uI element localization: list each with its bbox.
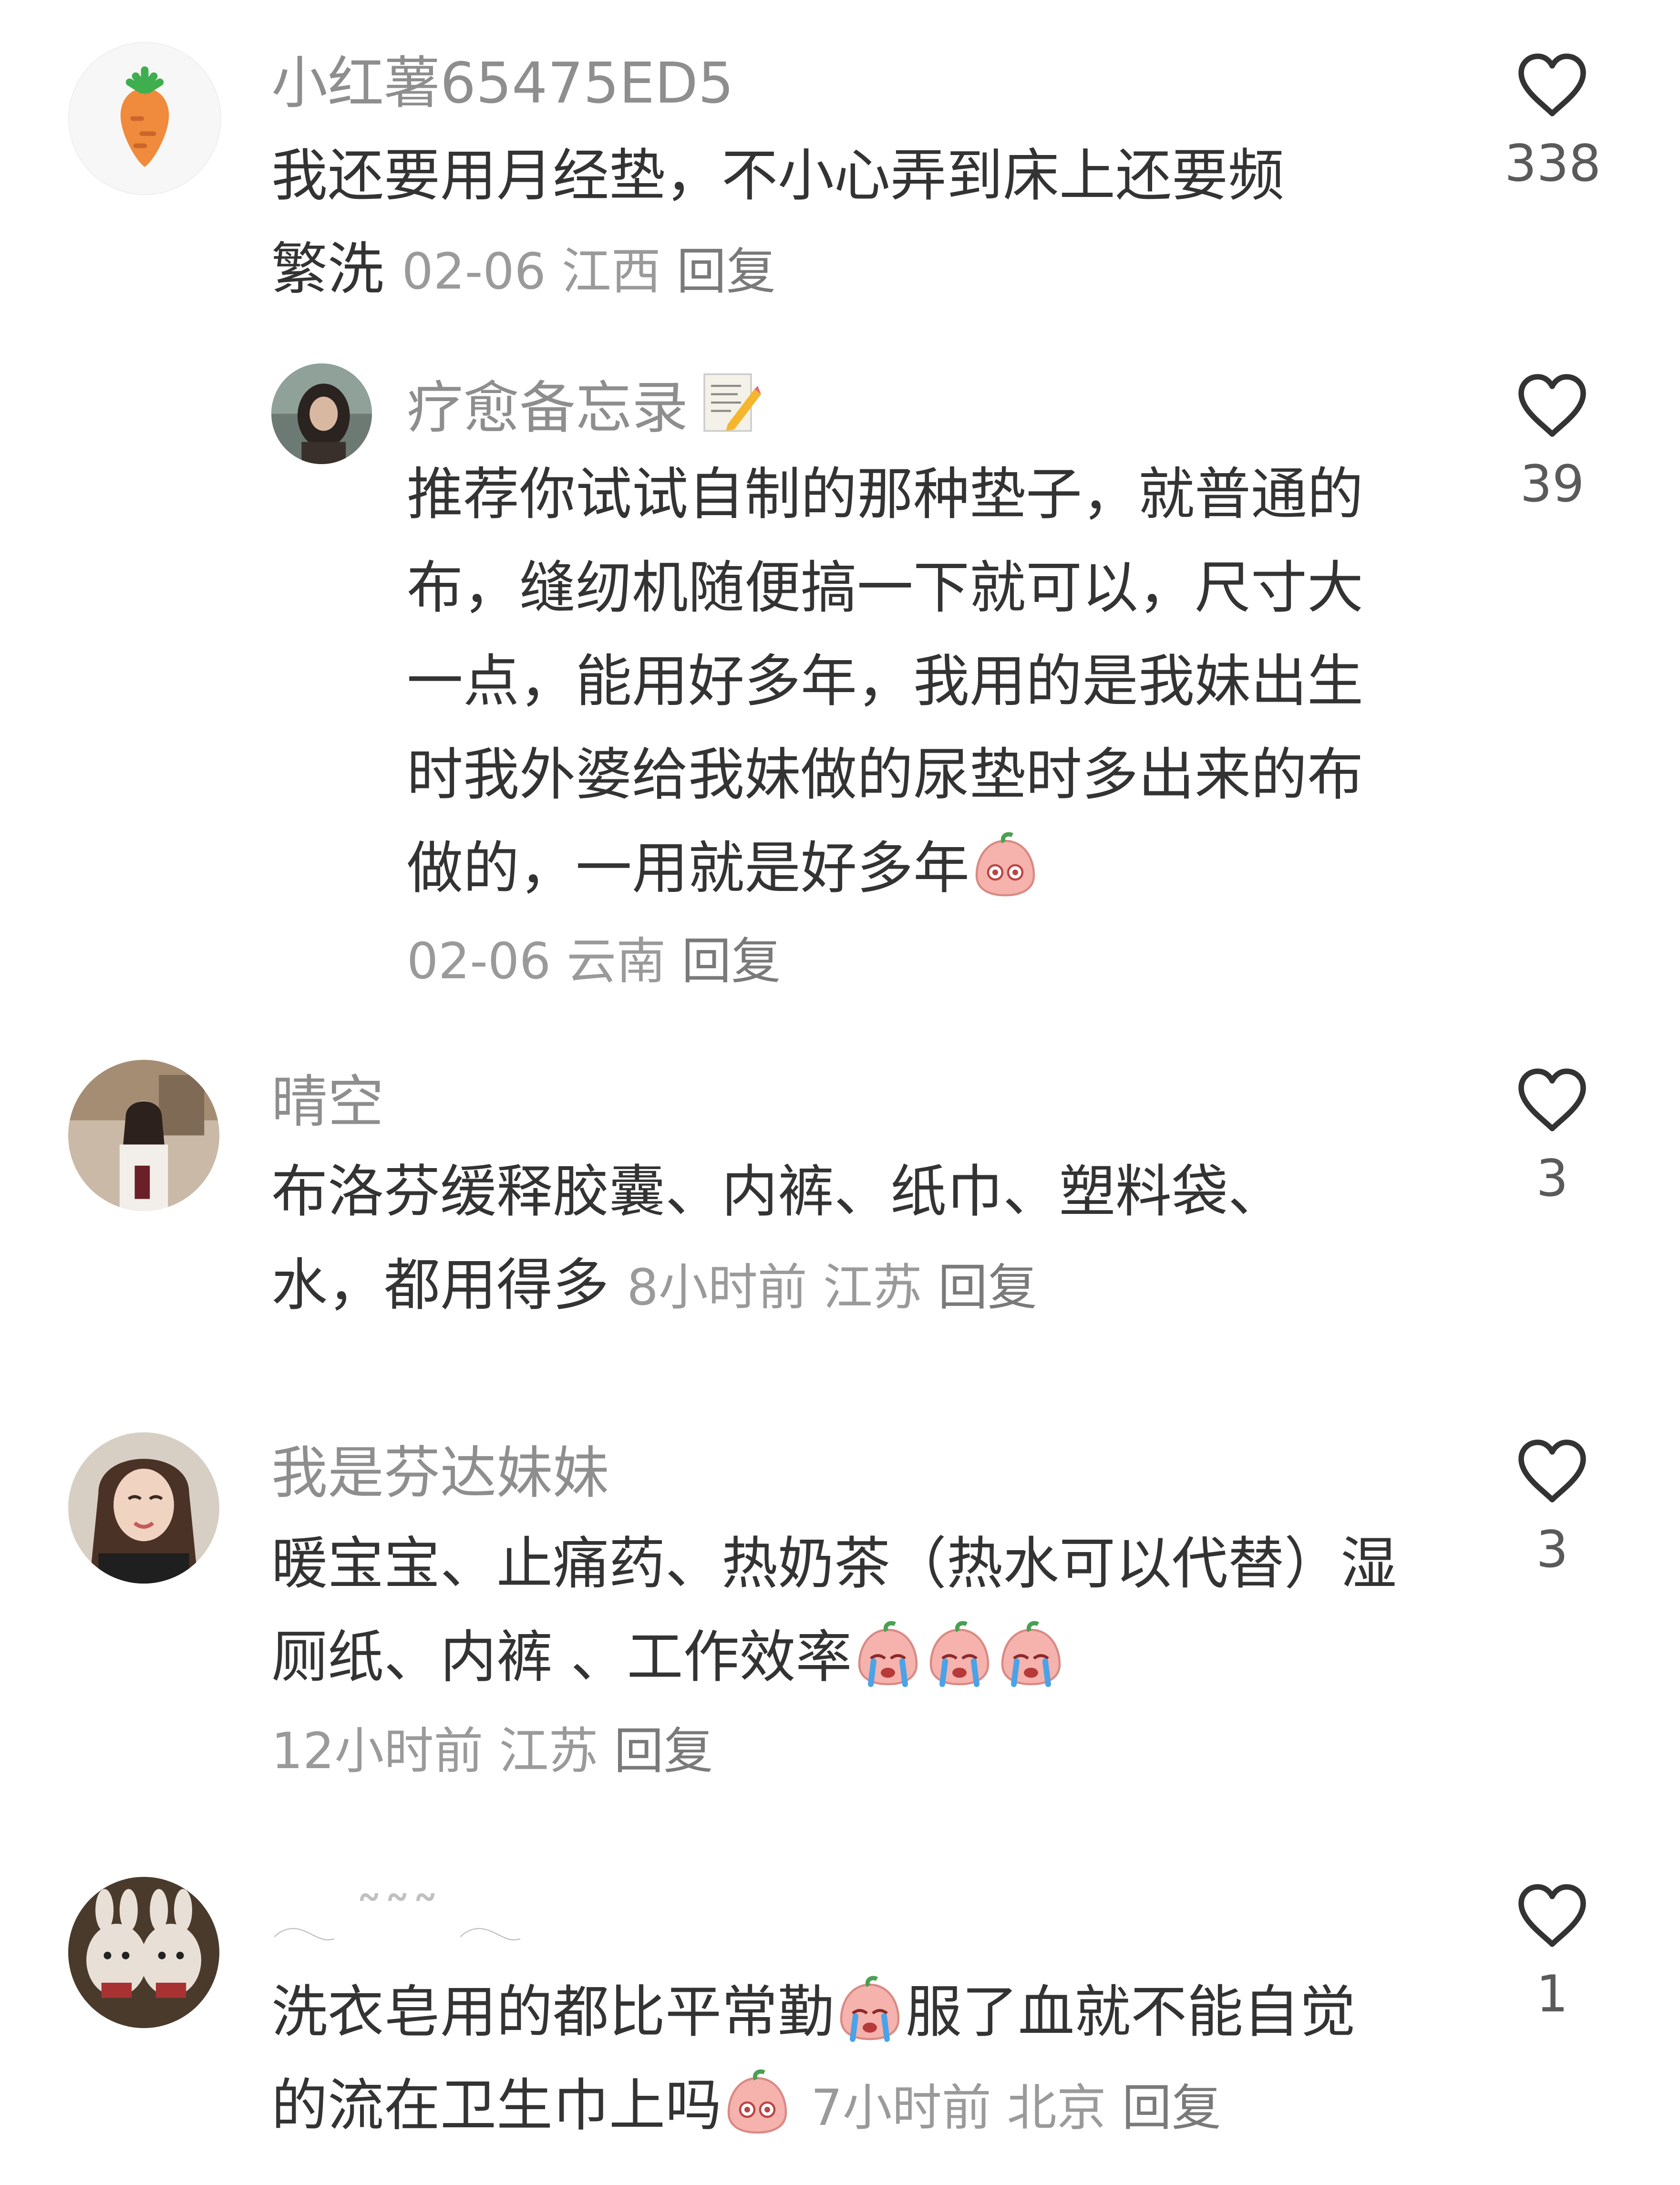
comment-line: 布洛芬缓释胶囊、内裤、纸巾、塑料袋、	[271, 1159, 1285, 1224]
avatar[interactable]	[68, 42, 221, 195]
comment-line-text: 厕纸、内裤 、工作效率	[271, 1624, 852, 1690]
comment-meta: 12小时前 江苏 回复	[271, 1720, 713, 1782]
comment-line-text: 洗衣皂用的都比平常勤	[271, 1979, 835, 2045]
comment-meta: 02-06 云南 回复	[407, 930, 781, 992]
comment-location: 江苏	[823, 1258, 922, 1316]
heart-icon	[1518, 1439, 1586, 1502]
crying-face-icon	[995, 1618, 1067, 1690]
like-count: 1	[1536, 1965, 1568, 2023]
comment-line-text: 水，都用得多	[271, 1252, 609, 1318]
comment-line: 时我外婆给我妹做的尿垫时多出来的布	[407, 742, 1364, 808]
comment-line: 布，缝纫机随便搞一下就可以，尺寸大	[407, 555, 1364, 621]
comment-meta: 7小时前 北京 回复	[811, 2079, 1221, 2137]
comment-date: 02-06	[407, 932, 551, 990]
comment-text: 推荐你试试自制的那种垫子，就普通的 布，缝纫机随便搞一下就可以，尺寸大 一点，能…	[407, 447, 1363, 915]
like-button[interactable]: 39	[1505, 372, 1600, 515]
like-count: 3	[1536, 1149, 1568, 1208]
like-button[interactable]: 3	[1505, 1438, 1600, 1581]
heart-icon	[1518, 53, 1586, 116]
peach-face-icon	[721, 2067, 793, 2138]
comment-line: 厕纸、内裤 、工作效率	[271, 1610, 1397, 1704]
comment-line: 繁洗 02-06 江西 回复	[271, 222, 1284, 318]
username[interactable]: 小红薯65475ED5	[271, 50, 734, 116]
username[interactable]: 我是芬达妹妹	[271, 1439, 609, 1506]
avatar-photo	[68, 1877, 219, 2028]
heart-icon	[1518, 1068, 1586, 1131]
heart-icon	[1518, 374, 1586, 437]
comment-meta: 02-06 江西 回复	[402, 242, 776, 300]
comment-line-text: 繁洗	[271, 236, 384, 302]
like-button[interactable]: 3	[1505, 1067, 1600, 1210]
comment-line-text: 的流在卫生巾上吗	[271, 2072, 722, 2138]
comment-date: 8小时前	[627, 1258, 807, 1316]
reply-button[interactable]: 回复	[1122, 2079, 1221, 2137]
like-count: 338	[1505, 134, 1601, 193]
avatar[interactable]	[68, 1877, 219, 2028]
reply-button[interactable]: 回复	[681, 932, 781, 990]
comment-date: 12小时前	[271, 1722, 484, 1780]
comment-text: 我还要用月经垫，不小心弄到床上还要频 繁洗 02-06 江西 回复	[271, 129, 1284, 318]
comment-line-text: 服了血就不能自觉	[906, 1979, 1356, 2045]
avatar[interactable]	[68, 1060, 219, 1211]
comment-location: 江西	[561, 242, 661, 300]
comment-date: 7小时前	[811, 2079, 991, 2137]
avatar-photo	[68, 1060, 219, 1211]
comment-date: 02-06	[402, 242, 546, 300]
comment-text: 暖宝宝、止痛药、热奶茶（热水可以代替）湿 厕纸、内裤 、工作效率	[271, 1517, 1397, 1704]
like-button[interactable]: 338	[1505, 52, 1601, 195]
comment-line: 一点，能用好多年，我用的是我妹出生	[407, 648, 1364, 714]
comment-location: 北京	[1007, 2079, 1106, 2137]
memo-icon	[698, 369, 764, 436]
username[interactable]: 疗愈备忘录	[407, 369, 764, 441]
avatar-photo	[271, 363, 372, 464]
comment-meta: 8小时前 江苏 回复	[627, 1258, 1037, 1316]
comment-line: 推荐你试试自制的那种垫子，就普通的	[407, 461, 1364, 527]
comment-location: 云南	[567, 932, 666, 990]
like-count: 39	[1520, 455, 1585, 513]
reply-button[interactable]: 回复	[614, 1722, 713, 1780]
reply-button[interactable]: 回复	[938, 1258, 1037, 1316]
comment-line: 我还要用月经垫，不小心弄到床上还要频	[271, 143, 1285, 208]
comment-location: 江苏	[499, 1722, 598, 1780]
crying-face-icon	[924, 1618, 995, 1690]
username-text: 疗愈备忘录	[407, 375, 689, 441]
comment-line: 洗衣皂用的都比平常勤 服了血就不能自觉	[271, 1965, 1356, 2059]
username[interactable]: 晴空	[271, 1068, 384, 1135]
crying-face-icon	[852, 1618, 924, 1690]
crying-face-icon	[834, 1973, 906, 2045]
heart-icon	[1518, 1884, 1586, 1947]
comment-line: 做的，一用就是好多年	[407, 821, 1363, 915]
comment-line: 水，都用得多 8小时前 江苏 回复	[271, 1238, 1284, 1334]
avatar-photo	[68, 1432, 219, 1584]
avatar[interactable]	[68, 1432, 219, 1584]
avatar[interactable]	[271, 363, 372, 464]
like-button[interactable]: 1	[1505, 1882, 1600, 2025]
peach-face-icon	[969, 829, 1041, 901]
reply-button[interactable]: 回复	[677, 242, 776, 300]
comment-line: 的流在卫生巾上吗 7小时前 北京 回复	[271, 2059, 1356, 2154]
comment-text: 布洛芬缓释胶囊、内裤、纸巾、塑料袋、 水，都用得多 8小时前 江苏 回复	[271, 1145, 1284, 1334]
username[interactable]: 𓂃 ˜˜˜ 𓂃	[271, 1884, 523, 1951]
like-count: 3	[1536, 1520, 1568, 1579]
comment-text: 洗衣皂用的都比平常勤 服了血就不能自觉 的流在卫生巾上吗 7小时前 北京 回复	[271, 1965, 1356, 2154]
comment-line: 暖宝宝、止痛药、热奶茶（热水可以代替）湿	[271, 1531, 1397, 1596]
carrot-icon	[69, 43, 220, 194]
comment-line-text: 做的，一用就是好多年	[407, 835, 970, 901]
